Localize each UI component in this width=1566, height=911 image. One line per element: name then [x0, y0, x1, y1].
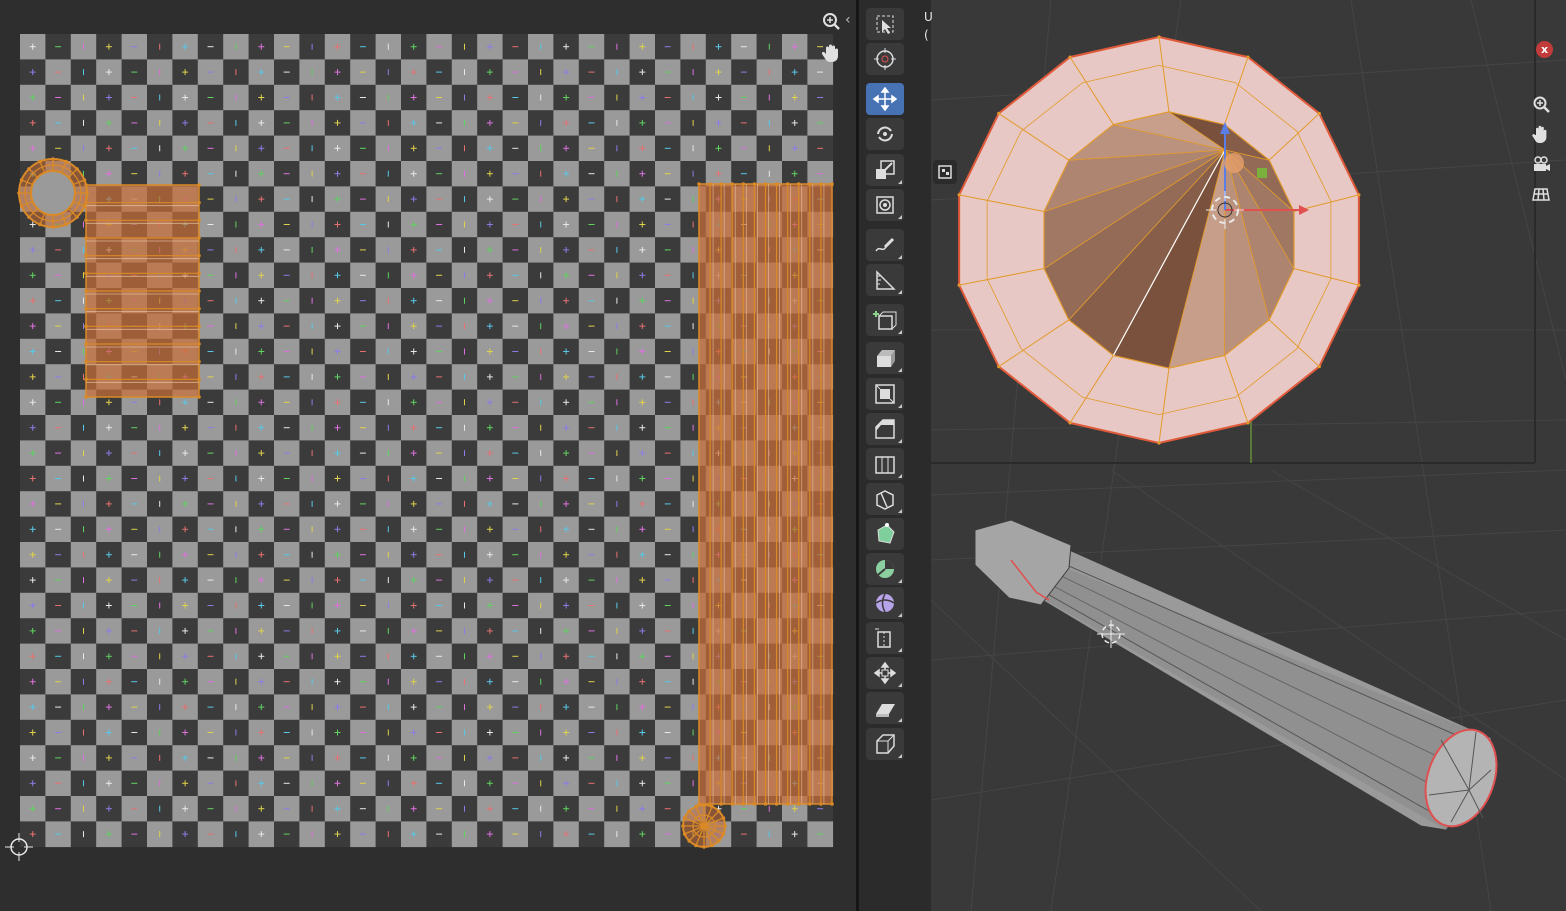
tool-spin[interactable]	[866, 553, 904, 585]
tool-rip-region[interactable]	[866, 728, 904, 760]
tool-smooth[interactable]	[866, 587, 904, 619]
tool-scale[interactable]	[866, 154, 904, 186]
tool-options-corner	[898, 474, 902, 478]
edge-slide-icon	[875, 628, 891, 648]
tool-cursor[interactable]	[866, 43, 904, 75]
smooth-icon	[875, 593, 895, 613]
viewport-header-line: U	[924, 10, 933, 24]
tool-poly-build[interactable]	[866, 518, 904, 550]
tool-options-corner	[898, 404, 902, 408]
tool-measure[interactable]	[866, 264, 904, 296]
rotate-icon	[877, 126, 893, 142]
pan-hand-icon[interactable]	[818, 40, 844, 66]
select-box-icon	[876, 15, 894, 34]
uv-editor-panel[interactable]: ‹	[0, 0, 856, 911]
spin-icon	[876, 560, 894, 578]
tool-options-corner	[898, 718, 902, 722]
tool-options-corner	[898, 180, 902, 184]
tool-knife[interactable]	[866, 483, 904, 515]
viewport-header-line: (	[924, 28, 929, 42]
uv-canvas[interactable]	[0, 0, 856, 911]
extrude-region-icon	[877, 350, 895, 367]
tool-add-cube[interactable]	[866, 304, 904, 336]
add-cube-icon	[873, 311, 897, 330]
tool-select-box[interactable]	[866, 8, 904, 40]
pan-hand-icon[interactable]	[1530, 123, 1552, 145]
knife-icon	[876, 490, 894, 510]
tool-options-corner	[898, 509, 902, 513]
inset-faces-icon	[875, 384, 895, 404]
zoom-icon[interactable]	[1530, 93, 1552, 115]
annotate-icon	[875, 237, 895, 252]
collapse-toolbar-arrow[interactable]: ‹	[845, 12, 851, 28]
loop-cut-icon	[875, 456, 895, 474]
tool-shelf	[859, 0, 931, 911]
transform-icon	[876, 196, 894, 214]
tool-transform[interactable]	[866, 189, 904, 221]
poly-build-icon	[877, 523, 895, 544]
tool-inset-faces[interactable]	[866, 378, 904, 410]
shear-icon	[876, 704, 895, 717]
scale-icon	[876, 160, 895, 179]
tool-options-corner	[898, 255, 902, 259]
tool-extrude-region[interactable]	[866, 342, 904, 374]
rip-region-icon	[876, 734, 895, 754]
zoom-icon[interactable]	[818, 8, 844, 34]
tool-options-corner	[898, 754, 902, 758]
tool-edge-slide[interactable]	[866, 622, 904, 654]
cursor-icon	[874, 48, 896, 70]
3d-viewport[interactable]	[931, 0, 1566, 911]
viewport-canvas[interactable]	[931, 0, 1566, 911]
tool-options-corner	[898, 330, 902, 334]
tool-annotate[interactable]	[866, 229, 904, 261]
tool-options-corner	[898, 215, 902, 219]
tool-options-corner	[898, 648, 902, 652]
tool-shear[interactable]	[866, 692, 904, 724]
tool-shrink-fatten[interactable]	[866, 657, 904, 689]
tube-mesh	[974, 519, 1498, 831]
tool-rotate[interactable]	[866, 118, 904, 150]
toolbox-icon[interactable]	[933, 160, 957, 184]
tool-options-corner	[898, 579, 902, 583]
camera-icon[interactable]	[1530, 153, 1552, 175]
tool-options-corner	[898, 683, 902, 687]
move-icon	[873, 87, 897, 111]
tool-options-corner	[898, 613, 902, 617]
viewport-header-text: U (	[924, 8, 933, 44]
selected-mesh-ring	[957, 35, 1361, 445]
tool-move[interactable]	[866, 83, 904, 115]
tool-options-corner	[898, 368, 902, 372]
measure-icon	[876, 270, 896, 290]
tool-options-corner	[898, 439, 902, 443]
tool-options-corner	[898, 290, 902, 294]
close-icon[interactable]: x	[1536, 41, 1553, 58]
tool-loop-cut[interactable]	[866, 448, 904, 480]
tool-bevel[interactable]	[866, 413, 904, 445]
bevel-icon	[875, 419, 895, 439]
grid-view-icon[interactable]	[1530, 183, 1552, 205]
shrink-fatten-icon	[873, 661, 897, 685]
